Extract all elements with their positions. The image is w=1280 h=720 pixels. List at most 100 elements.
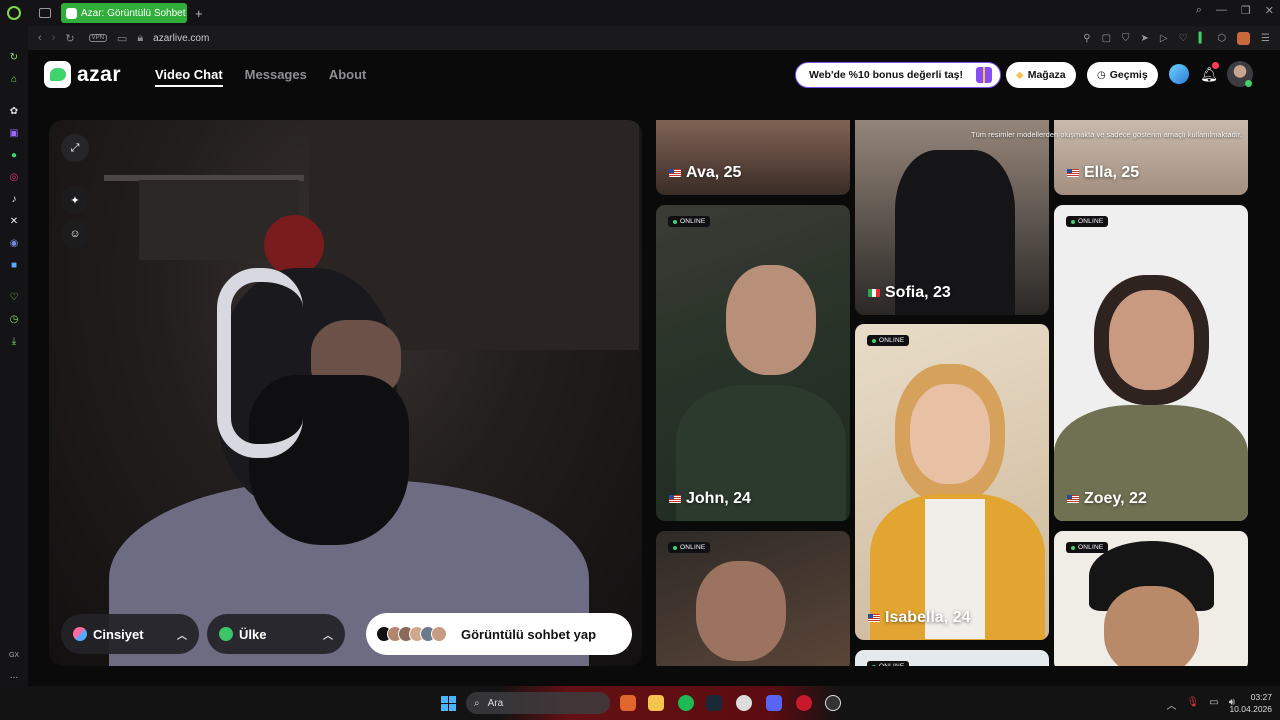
us-flag-icon — [868, 614, 880, 622]
github-icon[interactable] — [736, 695, 752, 711]
nav-about[interactable]: About — [329, 67, 367, 87]
taskbar-search[interactable]: ⌕ Ara — [466, 692, 610, 714]
reload-icon[interactable]: ↻ — [65, 32, 74, 45]
discord-icon[interactable] — [766, 695, 782, 711]
snapshot-icon[interactable]: ▢ — [1102, 33, 1111, 44]
microphone-icon[interactable]: 🎙︎ — [1187, 697, 1200, 712]
store-button[interactable]: ◆ Mağaza — [1006, 62, 1076, 88]
search-tabs-icon[interactable]: ⌕ — [1196, 4, 1202, 17]
online-badge: ONLINE — [867, 661, 910, 666]
history-icon[interactable]: ◷ — [8, 314, 20, 326]
tiktok-icon[interactable]: ♪ — [8, 194, 20, 206]
windows-start-icon[interactable] — [441, 696, 456, 711]
extensions-icon[interactable]: ⬡ — [1217, 33, 1226, 44]
gx-label[interactable]: GX — [7, 650, 21, 662]
forward-icon[interactable]: › — [52, 32, 56, 44]
expand-icon[interactable]: ⤢ — [61, 134, 89, 162]
pin-icon[interactable]: ⚲ — [1083, 33, 1090, 44]
chatgpt-icon[interactable]: ✿ — [8, 106, 20, 118]
store-label: Mağaza — [1027, 69, 1066, 81]
maximize-icon[interactable]: ❐ — [1241, 4, 1251, 17]
send-icon[interactable]: ➤ — [1141, 33, 1149, 44]
logo-text: azar — [77, 62, 122, 86]
gender-filter-button[interactable]: Cinsiyet ︿ — [61, 614, 199, 654]
profile-card-zoey[interactable]: ONLINE Zoey, 22 — [1054, 205, 1248, 521]
url-field[interactable]: azarlive.com — [153, 33, 209, 44]
lock-icon[interactable]: 🔒︎ — [137, 32, 143, 45]
green-extension-icon[interactable]: ▍ — [1199, 33, 1207, 44]
shield-icon[interactable]: ⛉ — [1122, 33, 1130, 44]
start-video-chat-button[interactable]: Görüntülü sohbet yap — [366, 613, 632, 655]
promo-banner[interactable]: Web'de %10 bonus değerli taş! — [795, 62, 1001, 88]
address-bar: ‹ › ↻ VPN ▭ 🔒︎ azarlive.com ⚲ ▢ ⛉ ➤ ▷ ♡ … — [28, 26, 1280, 50]
profile-card-man-3[interactable]: ONLINE — [1054, 531, 1248, 666]
obs-icon[interactable] — [825, 695, 841, 711]
mask-decoration — [264, 215, 324, 275]
us-flag-icon — [669, 495, 681, 503]
start-label: Görüntülü sohbet yap — [461, 626, 597, 642]
nav-messages[interactable]: Messages — [245, 67, 307, 87]
tray-expand-icon[interactable]: ︿ — [1167, 697, 1177, 712]
browser-tab-bar: Azar: Görüntülü Sohbet & + ⌕ — ❐ ✕ — [0, 0, 1280, 26]
instagram-icon[interactable]: ◎ — [8, 172, 20, 184]
portrait-face — [1104, 586, 1199, 666]
country-filter-button[interactable]: Ülke ︿ — [207, 614, 345, 654]
profile-card-isabella[interactable]: ONLINE Isabella, 24 — [855, 324, 1049, 640]
self-video-preview: ⤢ ✦ ☺ Cinsiyet ︿ Ülke ︿ Görüntülü sohbet… — [49, 120, 642, 666]
card-name-row: John, 24 — [669, 490, 751, 508]
chevron-up-icon: ︿ — [323, 630, 333, 642]
downloads-icon[interactable]: ⤓ — [8, 336, 20, 348]
player-icon[interactable]: ▷ — [1160, 33, 1168, 44]
vpn-badge[interactable]: VPN — [88, 34, 107, 42]
chat-bubble-icon[interactable] — [1169, 64, 1189, 84]
browser-sidebar: ↻ ⌂ ✿ ▣ ● ◎ ♪ ✕ ◉ ■ ♡ ◷ ⤓ GX ... — [0, 26, 28, 686]
window-controls: ⌕ — ❐ ✕ — [1196, 4, 1274, 17]
spotify-icon[interactable] — [678, 695, 694, 711]
profile-grid: Ava, 25 ONLINE John, 24 ONLINE Sofia, 23… — [656, 120, 1250, 666]
azar-logo[interactable]: azar — [44, 61, 121, 88]
profile-card-man-2[interactable]: ONLINE — [656, 531, 850, 666]
face-filter-icon[interactable]: ☺ — [61, 220, 89, 248]
camera-permission-icon[interactable]: ▭ — [117, 32, 127, 45]
tab-islands-icon[interactable] — [39, 8, 51, 18]
profile-name: Sofia, 23 — [885, 284, 951, 301]
online-badge: ONLINE — [668, 542, 711, 553]
history-button[interactable]: ◷ Geçmiş — [1087, 62, 1158, 88]
file-explorer-icon[interactable] — [648, 695, 664, 711]
windows-taskbar: ⌕ Ara ︿ 🎙︎ ▭ 🔊︎ 03:27 10.04.2026 — [0, 686, 1280, 720]
close-icon[interactable]: ✕ — [1265, 4, 1274, 17]
menu-icon[interactable]: ☰ — [1261, 33, 1270, 44]
profile-card-sofia[interactable]: Sofia, 23 — [855, 120, 1049, 315]
favorites-icon[interactable]: ♡ — [8, 292, 20, 304]
opera-gx-logo-icon[interactable] — [7, 6, 21, 20]
speed-dial-icon[interactable]: ↻ — [8, 52, 20, 64]
headset — [217, 268, 303, 458]
opera-gx-icon[interactable] — [796, 695, 812, 711]
twitch-icon[interactable]: ▣ — [8, 128, 20, 140]
display-icon[interactable]: ▭ — [1209, 697, 1218, 712]
history-label: Geçmiş — [1109, 69, 1148, 81]
browser-tab-azar[interactable]: Azar: Görüntülü Sohbet & — [61, 3, 187, 23]
discord-icon[interactable]: ◉ — [8, 238, 20, 250]
profile-card-partial[interactable]: ONLINE — [855, 650, 1049, 666]
profile-card-john[interactable]: ONLINE John, 24 — [656, 205, 850, 521]
vk-icon[interactable]: ■ — [8, 260, 20, 272]
gx-control-icon[interactable]: ⌂ — [8, 74, 20, 86]
x-twitter-icon[interactable]: ✕ — [8, 216, 20, 228]
taskbar-clock[interactable]: 03:27 10.04.2026 — [1229, 691, 1272, 715]
profile-avatar-icon[interactable] — [1237, 32, 1251, 45]
sidebar-more-icon[interactable]: ... — [8, 670, 20, 682]
xampp-icon[interactable] — [620, 695, 636, 711]
profile-card-ava[interactable]: Ava, 25 — [656, 120, 850, 195]
effects-wand-icon[interactable]: ✦ — [61, 186, 89, 214]
heart-icon[interactable]: ♡ — [1179, 33, 1188, 44]
gender-label: Cinsiyet — [93, 626, 144, 642]
steam-icon[interactable] — [706, 695, 722, 711]
nav-video-chat[interactable]: Video Chat — [155, 67, 223, 87]
back-icon[interactable]: ‹ — [38, 32, 42, 44]
portrait-face — [910, 384, 990, 484]
whatsapp-icon[interactable]: ● — [8, 150, 20, 162]
disclaimer-text: Tüm resimler modellerden oluşmakta ve sa… — [971, 130, 1242, 139]
minimize-icon[interactable]: — — [1216, 4, 1227, 17]
new-tab-button[interactable]: + — [195, 6, 203, 21]
